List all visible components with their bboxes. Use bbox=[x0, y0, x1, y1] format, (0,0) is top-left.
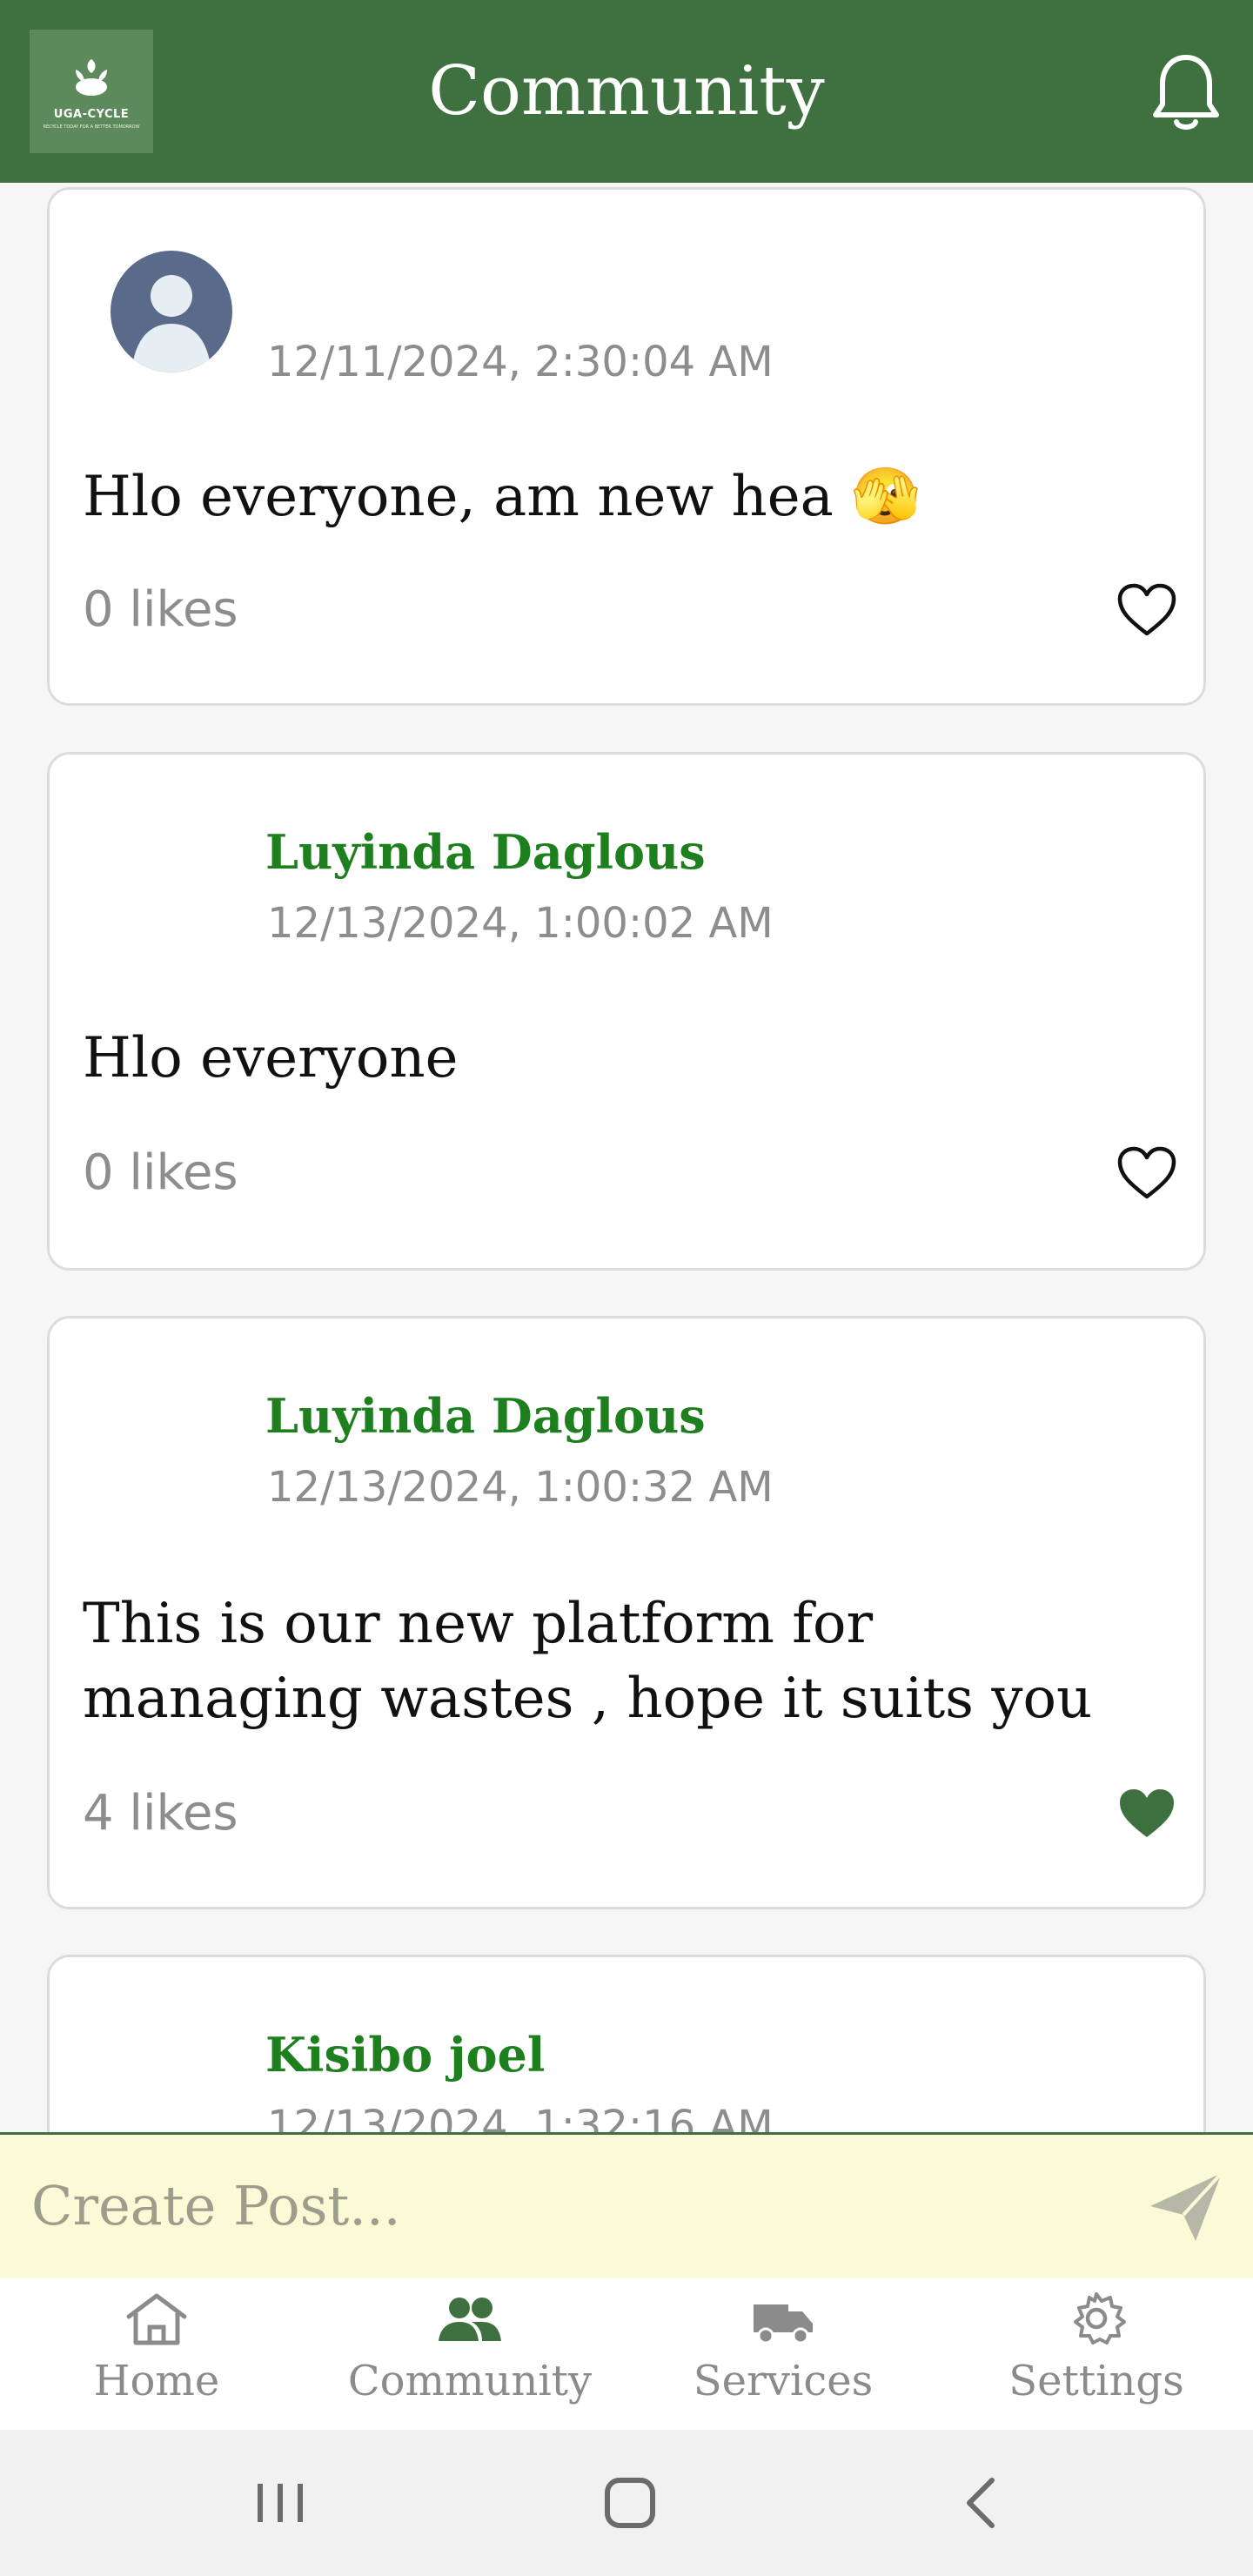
nav-label-services: Services bbox=[693, 2357, 874, 2405]
post-feed[interactable]: 12/11/2024, 2:30:04 AM Hlo everyone, am … bbox=[0, 183, 1253, 2132]
bell-icon[interactable] bbox=[1149, 50, 1223, 134]
nav-home[interactable]: Home bbox=[0, 2278, 313, 2430]
post-author[interactable]: Kisibo joel bbox=[265, 2027, 545, 2083]
post-timestamp: 12/13/2024, 1:00:32 AM bbox=[267, 1463, 774, 1512]
like-heart-icon[interactable] bbox=[1116, 1146, 1177, 1200]
recent-apps-icon[interactable] bbox=[245, 2475, 315, 2531]
nav-settings[interactable]: Settings bbox=[940, 2278, 1253, 2430]
post-author[interactable]: Luyinda Daglous bbox=[265, 1388, 706, 1444]
app-header: UGA-CYCLE RECYCLE TODAY FOR A BETTER TOM… bbox=[0, 0, 1253, 183]
back-icon[interactable] bbox=[948, 2475, 1018, 2531]
liked-heart-icon[interactable] bbox=[1116, 1787, 1177, 1841]
user-avatar-icon bbox=[131, 275, 211, 372]
home-icon bbox=[126, 2293, 187, 2345]
post-timestamp: 12/13/2024, 1:32:16 AM bbox=[267, 2102, 774, 2132]
avatar[interactable] bbox=[111, 251, 232, 372]
post-content: Hlo everyone, am new hea 🫣 bbox=[83, 465, 921, 529]
truck-icon bbox=[754, 2304, 813, 2345]
system-navigation-bar bbox=[0, 2430, 1253, 2576]
likes-count: 0 likes bbox=[83, 1144, 238, 1201]
nav-label-settings: Settings bbox=[1008, 2357, 1184, 2405]
post-content: Hlo everyone bbox=[83, 1026, 459, 1090]
post-composer bbox=[0, 2132, 1253, 2278]
bottom-navigation: Home Community Services Settings bbox=[0, 2278, 1253, 2430]
home-button-icon[interactable] bbox=[595, 2475, 665, 2531]
post-card[interactable]: Kisibo joel 12/13/2024, 1:32:16 AM bbox=[47, 1955, 1206, 2132]
create-post-input[interactable] bbox=[30, 2161, 1112, 2250]
post-card[interactable]: 12/11/2024, 2:30:04 AM Hlo everyone, am … bbox=[47, 187, 1206, 706]
likes-count: 0 likes bbox=[83, 581, 238, 638]
gear-icon bbox=[1074, 2292, 1126, 2345]
people-icon bbox=[439, 2298, 501, 2341]
like-heart-icon[interactable] bbox=[1116, 583, 1177, 637]
post-card[interactable]: Luyinda Daglous 12/13/2024, 1:00:32 AM T… bbox=[47, 1316, 1206, 1909]
post-content: This is our new platform for managing wa… bbox=[83, 1592, 1093, 1731]
nav-services[interactable]: Services bbox=[626, 2278, 940, 2430]
nav-label-home: Home bbox=[93, 2357, 220, 2405]
send-icon[interactable] bbox=[1147, 2170, 1225, 2244]
post-timestamp: 12/11/2024, 2:30:04 AM bbox=[267, 338, 774, 386]
post-author[interactable]: Luyinda Daglous bbox=[265, 824, 706, 880]
post-card[interactable]: Luyinda Daglous 12/13/2024, 1:00:02 AM H… bbox=[47, 752, 1206, 1271]
nav-label-community: Community bbox=[347, 2357, 593, 2405]
likes-count: 4 likes bbox=[83, 1785, 238, 1841]
nav-community[interactable]: Community bbox=[313, 2278, 626, 2430]
page-title: Community bbox=[428, 52, 825, 131]
post-timestamp: 12/13/2024, 1:00:02 AM bbox=[267, 899, 774, 948]
